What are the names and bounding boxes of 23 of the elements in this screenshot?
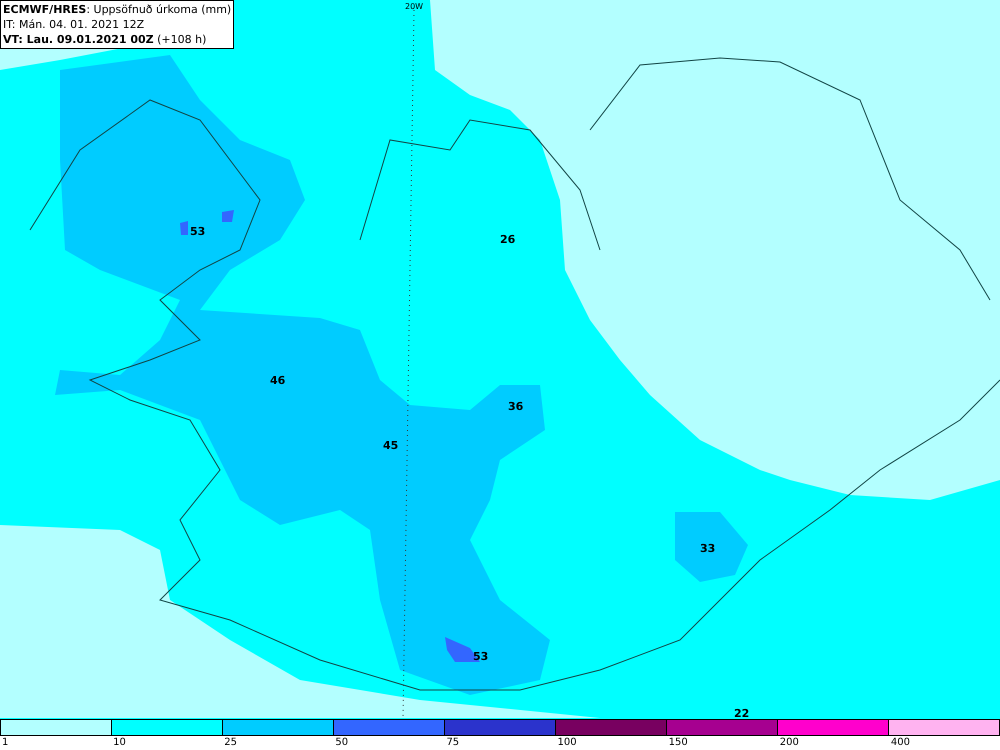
precipitation-value: 53 bbox=[190, 226, 206, 237]
legend-tick-label: 1 bbox=[2, 736, 8, 749]
precipitation-value: 22 bbox=[734, 708, 750, 719]
precipitation-value: 33 bbox=[700, 543, 716, 554]
header-text: ECMWF/HRES: Uppsöfnuð úrkoma (mm) bbox=[3, 2, 232, 17]
legend-tick-label: 10 bbox=[113, 736, 126, 749]
legend-tick-label: 400 bbox=[890, 736, 910, 749]
legend-tick-label: 200 bbox=[780, 736, 799, 749]
meridian-label: 20W bbox=[405, 1, 424, 13]
precipitation-value: 45 bbox=[383, 440, 398, 451]
header-text: VT: Lau. 09.01.2021 00Z (+108 h) bbox=[3, 32, 208, 47]
precipitation-value: 26 bbox=[500, 234, 516, 245]
legend-tick-label: 75 bbox=[446, 736, 460, 749]
legend-tick-label: 50 bbox=[335, 736, 348, 749]
precipitation-value: 46 bbox=[270, 375, 286, 386]
header-text: IT: Mán. 04. 01. 2021 12Z bbox=[3, 17, 146, 32]
heavy-precipitation-area bbox=[222, 210, 234, 222]
precipitation-value: 36 bbox=[508, 401, 524, 412]
legend-tick-label: 150 bbox=[668, 736, 688, 749]
precipitation-value: 53 bbox=[473, 651, 488, 662]
heavy-precipitation-area bbox=[180, 221, 188, 235]
legend-tick-label: 100 bbox=[558, 736, 577, 749]
legend-tick-label: 25 bbox=[224, 736, 237, 749]
